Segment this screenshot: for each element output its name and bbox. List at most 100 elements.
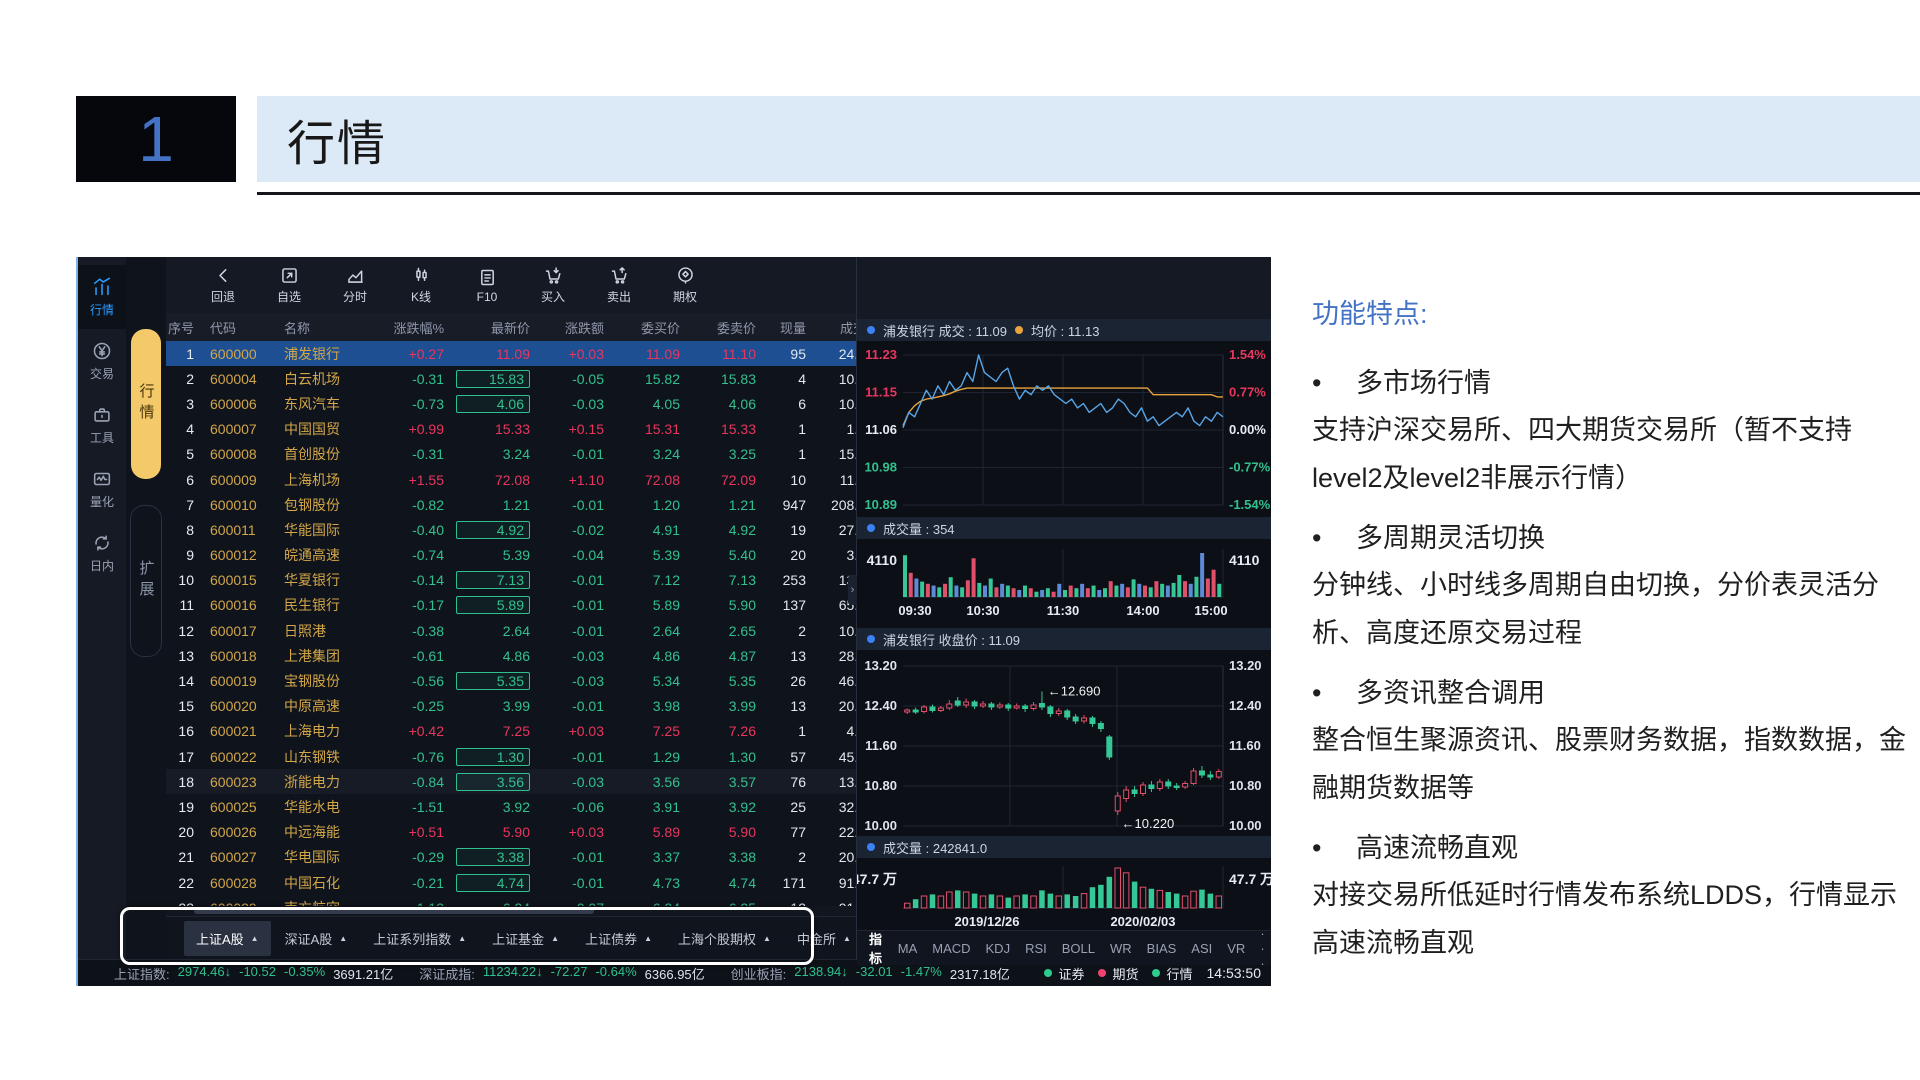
yen-circle-icon [91,340,113,362]
price-box: 4.74 [456,874,530,892]
indicator-tab-RSI[interactable]: RSI [1025,941,1047,956]
market-tab[interactable]: 上证债券▲ [573,921,664,956]
legend-label: 浦发银行 成交 : 11.09 [883,321,1007,340]
table-row[interactable]: 14600019宝钢股份-0.565.35-0.035.345.352646.9 [166,668,856,693]
cell: 4.06 [454,395,540,413]
table-row[interactable]: 3600006东风汽车-0.734.06-0.034.054.06610.6 [166,391,856,416]
toolbar-sell-button[interactable]: 卖出 [588,265,650,305]
table-row[interactable]: 9600012皖通高速-0.745.39-0.045.395.40203.3 [166,543,856,568]
market-tab[interactable]: 上海个股期权▲ [666,921,783,956]
cell: +0.15 [540,421,614,437]
cell: 3.92 [454,799,540,815]
features-panel: 功能特点: •多市场行情支持沪深交易所、四大期货交易所（暂不支持level2及l… [1312,292,1920,967]
indicator-tab-BOLL[interactable]: BOLL [1062,941,1095,956]
side-tab-quotes[interactable]: 行情 [131,329,161,479]
indicator-tab-MA[interactable]: MA [898,941,918,956]
indicator-tab-KDJ[interactable]: KDJ [986,941,1011,956]
table-row[interactable]: 21600027华电国际-0.293.38-0.013.373.38220.1 [166,845,856,870]
bullet-icon: • [1312,368,1356,399]
candles-icon [411,265,432,286]
indicator-tab-ASI[interactable]: ASI [1191,941,1212,956]
toolbar-watchlist-button[interactable]: 自选 [258,265,320,305]
indicator-tab-[interactable]: 指标 [869,929,883,967]
table-row[interactable]: 7600010包钢股份-0.821.21-0.011.201.21947208.… [166,492,856,517]
table-row[interactable]: 2600004白云机场-0.3115.83-0.0515.8215.83410.… [166,366,856,391]
table-row[interactable]: 12600017日照港-0.382.64-0.012.642.65210.5 [166,618,856,643]
cell: -0.31 [374,371,454,387]
toolbar-back-button[interactable]: 回退 [192,265,254,305]
feature-title: •高速流畅直观 [1312,826,1920,865]
cell: 中国石化 [278,873,374,893]
toolbar-minute-button[interactable]: 分时 [324,265,386,305]
nav-item-quotes[interactable]: 行情 [78,265,126,329]
svg-text:1.54%: 1.54% [1229,347,1266,362]
status-dot-icon [1098,969,1106,977]
cell: 600026 [204,824,278,840]
market-tab[interactable]: 中金所▲ [785,921,856,956]
square-arrow-icon [279,265,300,286]
cell: 24.2 [816,346,856,362]
svg-text:-0.77%: -0.77% [1229,460,1271,475]
cell: 19 [166,799,204,815]
toolbar-label: 分时 [343,288,367,305]
toolbar-buy-button[interactable]: 买入 [522,265,584,305]
toolbar-options-button[interactable]: 期权 [654,265,716,305]
table-row[interactable]: 18600023浙能电力-0.843.56-0.033.563.577613.4 [166,769,856,794]
nav-item-intraday[interactable]: 日内 [78,521,126,585]
feature-title-text: 高速流畅直观 [1356,826,1518,865]
table-row[interactable]: 22600028中国石化-0.214.74-0.014.734.7417191.… [166,870,856,895]
table-row[interactable]: 1600000浦发银行+0.2711.09+0.0311.0911.109524… [166,341,856,366]
toolbar-kline-button[interactable]: K线 [390,265,452,305]
cell: 15.8 [816,446,856,462]
svg-text:4110: 4110 [1229,552,1260,568]
nav-item-tools[interactable]: 工具 [78,393,126,457]
cell: 13.4 [816,774,856,790]
scrollbar-thumb[interactable] [194,908,594,914]
index-label: 深证成指: [419,964,475,983]
table-row[interactable]: 10600015华夏银行-0.147.13-0.017.127.1325313.… [166,568,856,593]
cell: 600016 [204,597,278,613]
toolbar-label: 期权 [673,288,697,305]
blue-dot-icon [867,843,875,851]
svg-text:15:00: 15:00 [1194,603,1227,618]
cell: 4.86 [614,648,690,664]
table-row[interactable]: 5600008首创股份-0.313.24-0.013.243.25115.8 [166,442,856,467]
indicator-tab-VR[interactable]: VR [1227,941,1245,956]
cell: 民生银行 [278,595,374,615]
table-row[interactable]: 19600025华能水电-1.513.92-0.063.913.922532.6 [166,794,856,819]
cell: -0.40 [374,522,454,538]
cell: 20.1 [816,849,856,865]
table-row[interactable]: 11600016民生银行-0.175.89-0.015.895.9013765.… [166,593,856,618]
table-row[interactable]: 8600011华能国际-0.404.92-0.024.914.921927.1 [166,517,856,542]
table-row[interactable]: 4600007中国国贸+0.9915.33+0.1515.3115.3311.6 [166,417,856,442]
toolbar-f10-button[interactable]: F10 [456,267,518,304]
panel-collapse-arrow[interactable]: › [848,575,857,605]
col-header: 现量 [766,318,816,337]
table-row[interactable]: 20600026中远海能+0.515.90+0.035.895.907722.7 [166,820,856,845]
cell: +0.03 [540,723,614,739]
indicator-tab-WR[interactable]: WR [1110,941,1132,956]
cell: -0.01 [540,875,614,891]
indicator-tab-BIAS[interactable]: BIAS [1147,941,1177,956]
side-tab-extend[interactable]: 扩展 [130,505,162,657]
market-light: 证券 [1044,964,1084,983]
table-row[interactable]: 17600022山东钢铁-0.761.30-0.011.291.305745.3 [166,744,856,769]
tab-arrow-icon: ▲ [763,934,771,943]
table-row[interactable]: 13600018上港集团-0.614.86-0.034.864.871328.5 [166,643,856,668]
indicator-tab-MACD[interactable]: MACD [932,941,970,956]
nav-item-quant[interactable]: 量化 [78,457,126,521]
table-row[interactable]: 23600029南方航空-1.136.24-0.076.246.251291.6 [166,895,856,906]
cell: +0.51 [374,824,454,840]
market-tab[interactable]: 上证基金▲ [480,921,571,956]
market-tab[interactable]: 上证A股▲ [184,921,271,956]
cell: -0.84 [374,774,454,790]
horizontal-scrollbar[interactable] [166,906,856,916]
blue-dot-icon [867,524,875,532]
table-row[interactable]: 6600009上海机场+1.5572.08+1.1072.0872.091011… [166,467,856,492]
table-row[interactable]: 15600020中原高速-0.253.99-0.013.983.991320.9 [166,694,856,719]
nav-item-trade[interactable]: 交易 [78,329,126,393]
indicator-tab-[interactable]: · · · [1260,926,1271,971]
table-row[interactable]: 16600021上海电力+0.427.25+0.037.257.2614.5 [166,719,856,744]
market-tab[interactable]: 深证A股▲ [273,921,360,956]
market-tab[interactable]: 上证系列指数▲ [361,921,478,956]
